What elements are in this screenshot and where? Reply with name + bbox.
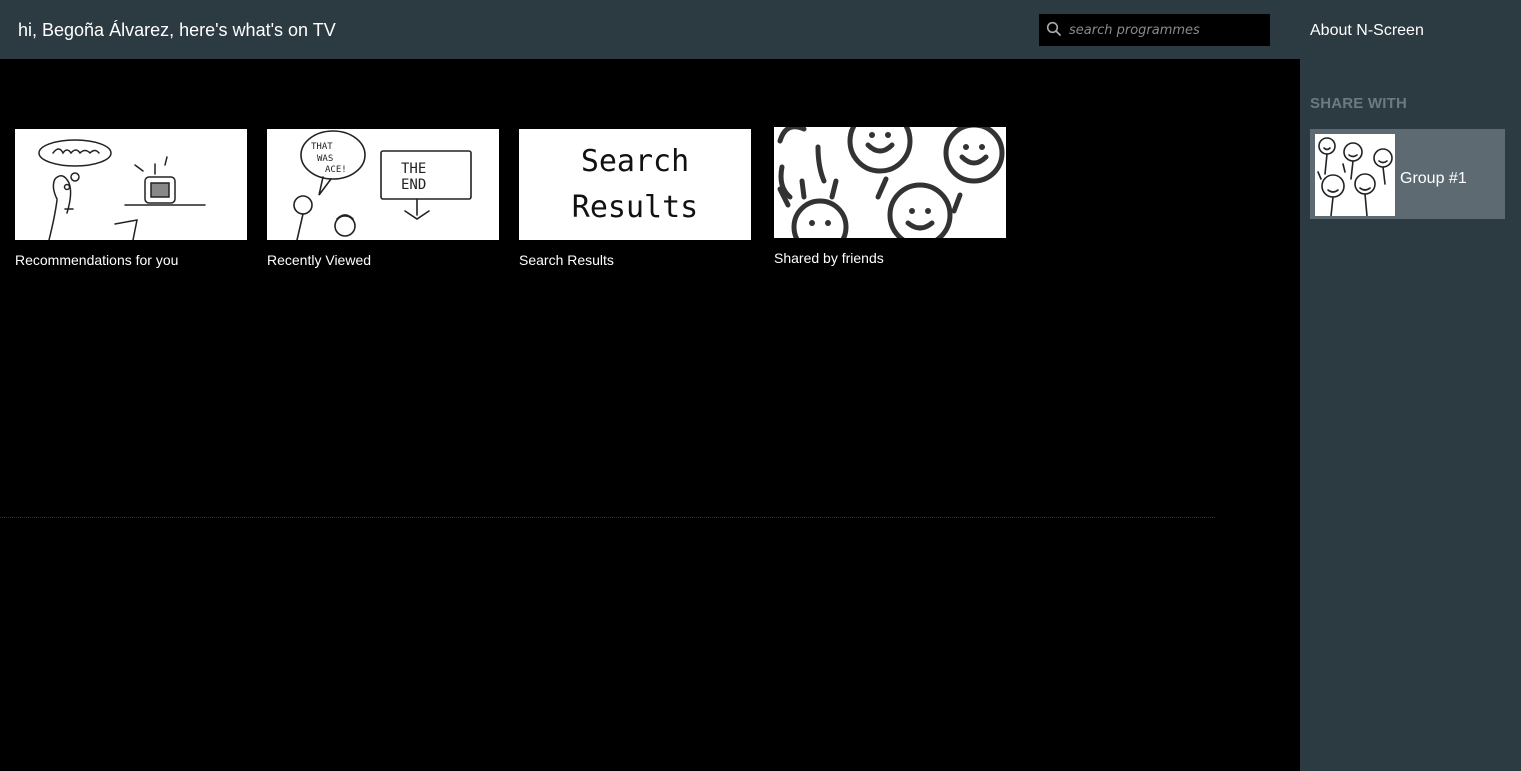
top-bar: hi, Begoña Álvarez, here's what's on TV	[0, 0, 1300, 59]
svg-text:THAT: THAT	[311, 142, 333, 152]
sidebar: About N-Screen SHARE WITH Group #1	[1300, 0, 1521, 771]
greeting-text: hi, Begoña Álvarez, here's what's on TV	[18, 20, 336, 40]
search-input[interactable]	[1069, 14, 1264, 46]
share-with-heading: SHARE WITH	[1310, 95, 1407, 112]
search-results-thumbnail: Search Results	[519, 129, 751, 240]
group-card[interactable]: Group #1	[1310, 129, 1505, 219]
svg-text:END: END	[401, 177, 426, 193]
about-link[interactable]: About N-Screen	[1310, 22, 1424, 40]
group-name: Group #1	[1400, 170, 1467, 187]
svg-text:ACE!: ACE!	[325, 165, 347, 175]
shared-by-friends-thumbnail	[774, 127, 1006, 238]
svg-text:WAS: WAS	[317, 154, 333, 164]
thumb-text-search: Search	[581, 144, 689, 179]
tile-caption: Recently Viewed	[267, 252, 372, 268]
group-avatar	[1315, 134, 1395, 217]
recently-viewed-thumbnail: THAT WAS ACE! THE END	[267, 129, 499, 240]
thumb-text-results: Results	[572, 190, 698, 225]
tile-caption: Recommendations for you	[15, 252, 179, 268]
recommendations-thumbnail	[15, 129, 247, 240]
svg-text:THE: THE	[401, 161, 426, 177]
search-box[interactable]	[1039, 14, 1270, 46]
divider	[0, 517, 1215, 518]
tile-caption: Shared by friends	[774, 250, 884, 266]
tile-caption: Search Results	[519, 252, 614, 268]
search-icon	[1046, 21, 1062, 37]
